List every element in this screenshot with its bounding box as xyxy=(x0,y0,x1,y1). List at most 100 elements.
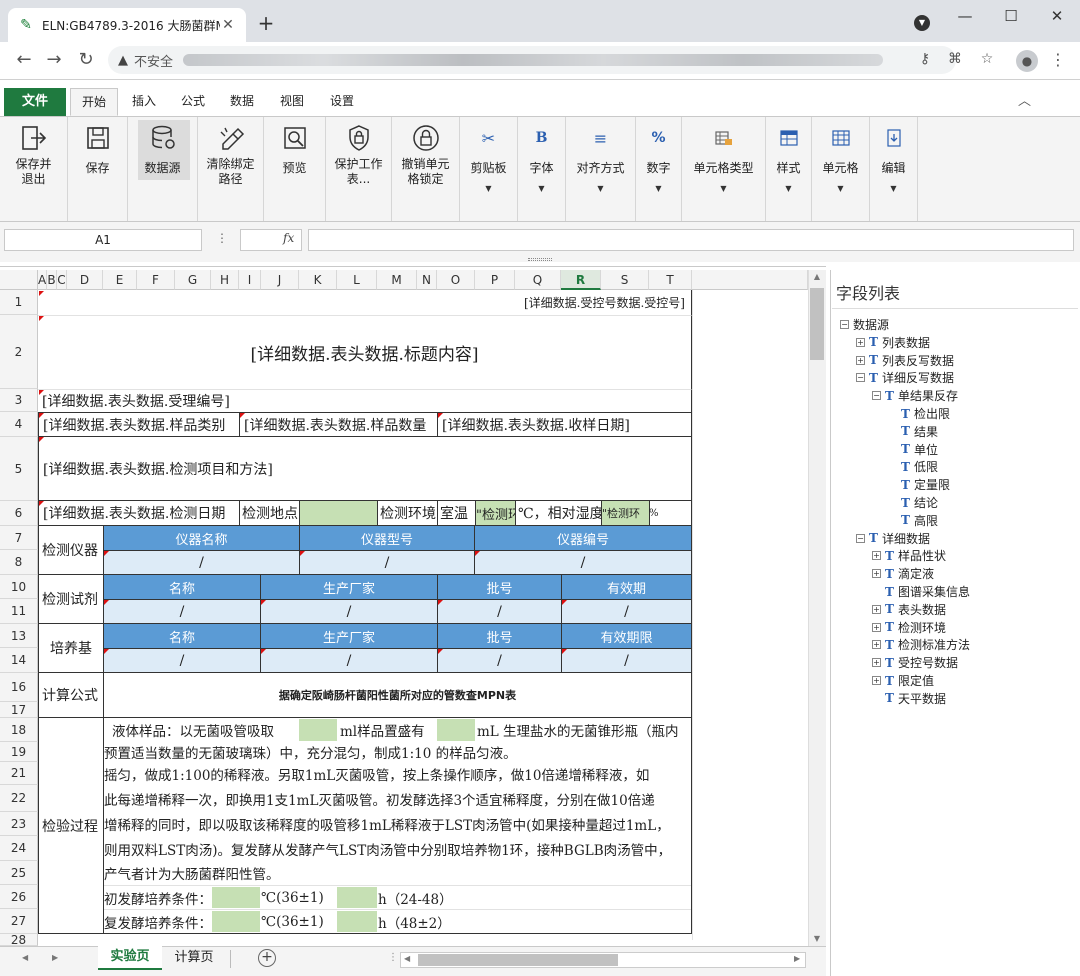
title-cell[interactable]: [详细数据.表头数据.标题内容] xyxy=(38,315,692,389)
cell-type-group-button[interactable]: 单元格类型 ▼ xyxy=(682,117,766,221)
initial-ferment-temp-input[interactable] xyxy=(212,887,260,908)
formula-input[interactable] xyxy=(308,229,1074,251)
collapse-icon[interactable]: − xyxy=(872,391,881,401)
process-line-18b[interactable]: ml样品置盛有 xyxy=(340,718,436,742)
sample-quantity-cell[interactable]: [详细数据.表头数据.样品数量 xyxy=(239,412,438,437)
bookmark-star-icon[interactable]: ☆ xyxy=(978,51,996,67)
scroll-down-icon[interactable]: ▼ xyxy=(808,934,826,943)
row-header[interactable]: 13 xyxy=(0,624,38,648)
formula-bar-resize-handle[interactable] xyxy=(528,258,552,261)
new-tab-button[interactable]: + xyxy=(254,12,278,36)
medium-name-cell[interactable]: / xyxy=(103,648,261,673)
scroll-left-icon[interactable]: ◀ xyxy=(404,954,410,963)
tree-node[interactable]: + T 表头数据 xyxy=(872,601,946,618)
tree-node[interactable]: − T 详细数据 xyxy=(856,530,930,547)
vertical-scrollbar[interactable] xyxy=(808,270,826,946)
comment-marker[interactable] xyxy=(438,600,443,605)
tree-node[interactable]: + T 限定值 xyxy=(872,672,934,689)
comment-marker[interactable] xyxy=(39,501,44,506)
comment-marker[interactable] xyxy=(562,600,567,605)
row-header[interactable]: 11 xyxy=(0,599,38,624)
column-header[interactable]: G xyxy=(175,270,211,290)
tab-resize-handle[interactable]: ⋮ xyxy=(388,952,398,963)
add-sheet-icon[interactable]: + xyxy=(258,949,276,967)
alignment-group-button[interactable]: ≡ 对齐方式 ▼ xyxy=(566,117,636,221)
process-line-24[interactable]: 则用双料LST肉汤)。复发酵从发酵产气LST肉汤管中分别取培养物1环，接种BGL… xyxy=(104,836,691,861)
comment-marker[interactable] xyxy=(240,413,245,418)
tab-insert[interactable]: 插入 xyxy=(122,88,166,116)
process-line-18c[interactable]: mL 生理盐水的无菌锥形瓶（瓶内 xyxy=(477,718,691,742)
tab-formula[interactable]: 公式 xyxy=(170,88,216,116)
comment-marker[interactable] xyxy=(562,649,567,654)
tree-node[interactable]: + T 样品性状 xyxy=(872,547,946,564)
instrument-model-cell[interactable]: / xyxy=(299,550,475,575)
scroll-up-icon[interactable]: ▲ xyxy=(808,272,826,281)
tree-node[interactable]: + T 滴定液 xyxy=(872,565,934,582)
address-bar[interactable]: ▲ 不安全 xyxy=(108,46,956,74)
comment-marker[interactable] xyxy=(438,649,443,654)
comment-marker[interactable] xyxy=(39,413,44,418)
expand-icon[interactable]: + xyxy=(872,676,881,685)
next-sheet-icon[interactable]: ▶ xyxy=(52,953,58,962)
row-header[interactable]: 28 xyxy=(0,934,38,946)
receive-date-cell[interactable]: [详细数据.表头数据.收样日期] xyxy=(437,412,692,437)
sample-volume-input[interactable] xyxy=(299,719,337,741)
tree-node[interactable]: + T 受控号数据 xyxy=(872,654,958,671)
reagent-batch-cell[interactable]: / xyxy=(437,599,562,624)
reagent-maker-cell[interactable]: / xyxy=(260,599,438,624)
column-header[interactable]: B xyxy=(47,270,57,290)
comment-marker[interactable] xyxy=(104,600,109,605)
column-header[interactable]: L xyxy=(337,270,377,290)
styles-group-button[interactable]: 样式 ▼ xyxy=(766,117,812,221)
instrument-number-cell[interactable]: / xyxy=(474,550,692,575)
row-header[interactable]: 17 xyxy=(0,702,38,718)
row-header[interactable]: 16 xyxy=(0,673,38,702)
tree-node[interactable]: − T 单结果反存 xyxy=(872,387,958,404)
process-line-18a[interactable]: 液体样品：以无菌吸管吸取 xyxy=(112,718,300,742)
protect-sheet-button[interactable]: 保护工作 表... xyxy=(326,117,392,221)
instrument-name-cell[interactable]: / xyxy=(103,550,300,575)
row-header[interactable]: 4 xyxy=(0,412,38,437)
row-header[interactable]: 1 xyxy=(0,290,38,315)
tree-node[interactable]: T 结果 xyxy=(901,423,938,440)
tree-node[interactable]: + T 列表反写数据 xyxy=(856,352,954,369)
tree-node[interactable]: T 检出限 xyxy=(901,405,950,422)
expand-icon[interactable]: + xyxy=(872,622,881,632)
column-header[interactable]: F xyxy=(137,270,175,290)
reagent-name-cell[interactable]: / xyxy=(103,599,261,624)
minimize-button[interactable]: — xyxy=(942,4,988,32)
forward-button[interactable]: → xyxy=(42,49,66,73)
expand-icon[interactable]: + xyxy=(872,658,881,668)
column-header-selected[interactable]: R xyxy=(561,270,601,290)
row-header[interactable]: 21 xyxy=(0,762,38,785)
row-header[interactable]: 14 xyxy=(0,648,38,673)
tree-node[interactable]: T 天平数据 xyxy=(885,690,946,707)
comment-marker[interactable] xyxy=(261,600,266,605)
close-window-button[interactable]: ✕ xyxy=(1034,4,1080,32)
unlock-cells-button[interactable]: 撤销单元 格锁定 xyxy=(392,117,460,221)
expand-icon[interactable]: + xyxy=(856,355,865,365)
column-header[interactable]: I xyxy=(239,270,261,290)
row-header[interactable]: 27 xyxy=(0,909,38,934)
room-temp-input[interactable]: "检测环 xyxy=(475,500,516,526)
test-method-cell[interactable]: [详细数据.表头数据.检测项目和方法] xyxy=(38,436,692,501)
comment-marker[interactable] xyxy=(104,649,109,654)
tab-data[interactable]: 数据 xyxy=(220,88,264,116)
sample-category-cell[interactable]: [详细数据.表头数据.样品类别 xyxy=(38,412,240,437)
column-header[interactable]: M xyxy=(377,270,417,290)
comment-marker[interactable] xyxy=(39,291,44,296)
tree-node[interactable]: + T 检测标准方法 xyxy=(872,636,970,653)
process-line-22[interactable]: 此每递增稀释一次，即换用1支1mL灭菌吸管。初发酵选择3个适宜稀释度，分别在做1… xyxy=(104,785,691,812)
row-header[interactable]: 24 xyxy=(0,836,38,861)
column-header[interactable]: K xyxy=(299,270,337,290)
column-header[interactable]: P xyxy=(475,270,515,290)
column-header[interactable]: D xyxy=(67,270,103,290)
test-place-input[interactable] xyxy=(299,500,378,526)
medium-expiry-cell[interactable]: / xyxy=(561,648,692,673)
collapse-ribbon-icon[interactable]: ︿ xyxy=(1018,90,1031,109)
tab-close-icon[interactable]: ✕ xyxy=(220,17,236,33)
browser-menu-icon[interactable]: ⋮ xyxy=(1050,50,1066,69)
process-line-21[interactable]: 摇匀，做成1:100的稀释液。另取1mL灭菌吸管，按上条操作顺序，做10倍递增稀… xyxy=(104,762,691,785)
scroll-right-icon[interactable]: ▶ xyxy=(794,954,800,963)
prev-sheet-icon[interactable]: ◀ xyxy=(22,953,28,962)
